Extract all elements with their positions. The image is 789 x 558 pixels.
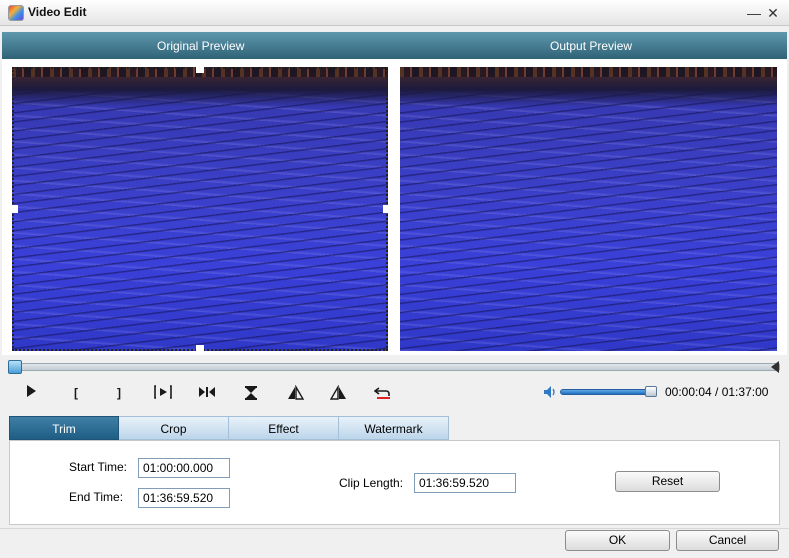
original-preview-label: Original Preview [157, 39, 245, 53]
start-time-label: Start Time: [69, 460, 128, 474]
output-preview-video [400, 67, 777, 351]
crop-frame[interactable] [12, 67, 388, 351]
play-button[interactable] [20, 383, 42, 403]
crop-handle-bottom[interactable] [196, 345, 204, 353]
footer-divider [0, 528, 789, 529]
clip-length-field: 01:36:59.520 [414, 473, 516, 493]
tab-watermark[interactable]: Watermark [339, 416, 449, 440]
set-end-button[interactable]: ] [108, 383, 130, 403]
app-logo-icon [8, 5, 24, 21]
split-button[interactable] [240, 383, 262, 403]
timeline-slider[interactable] [10, 363, 780, 371]
title-bar: Video Edit — ✕ [0, 0, 789, 26]
minimize-button[interactable]: — [745, 4, 763, 22]
window-title: Video Edit [28, 5, 87, 19]
tab-effect[interactable]: Effect [229, 416, 339, 440]
start-time-input[interactable]: 01:00:00.000 [138, 458, 230, 478]
go-to-end-button[interactable] [328, 383, 350, 403]
ok-button[interactable]: OK [565, 530, 670, 551]
undo-icon [374, 387, 390, 399]
close-button[interactable]: ✕ [764, 4, 782, 22]
flip-right-icon [330, 385, 346, 400]
hourglass-icon [245, 386, 257, 400]
preview-header: Original Preview Output Preview [2, 32, 787, 59]
tab-crop[interactable]: Crop [119, 416, 229, 440]
step-frame-button[interactable] [196, 383, 218, 403]
tab-trim[interactable]: Trim [9, 416, 119, 440]
step-frame-icon [199, 387, 215, 397]
clip-length-label: Clip Length: [339, 476, 404, 490]
output-preview-label: Output Preview [550, 39, 633, 53]
play-selection-button[interactable] [152, 383, 174, 403]
output-shoreline [400, 67, 777, 77]
crop-handle-right[interactable] [383, 205, 391, 213]
reset-button[interactable]: Reset [615, 471, 720, 492]
volume-slider[interactable] [560, 389, 648, 395]
speaker-icon[interactable] [543, 385, 557, 399]
end-time-input[interactable]: 01:36:59.520 [138, 488, 230, 508]
cancel-button[interactable]: Cancel [676, 530, 779, 551]
play-selection-icon [154, 385, 172, 399]
go-to-start-button[interactable] [284, 383, 306, 403]
timeline-start-marker[interactable] [8, 360, 22, 374]
set-start-button[interactable]: [ [65, 383, 87, 403]
timeline-end-marker[interactable] [771, 361, 779, 373]
play-icon [27, 385, 36, 397]
preview-area: Original Preview Output Preview [2, 32, 787, 355]
volume-slider-knob[interactable] [645, 386, 657, 397]
trim-panel: Start Time: 01:00:00.000 End Time: 01:36… [9, 440, 780, 525]
time-display: 00:00:04 / 01:37:00 [665, 385, 769, 399]
end-time-label: End Time: [69, 490, 124, 504]
crop-handle-left[interactable] [10, 205, 18, 213]
output-video-image [400, 67, 777, 351]
flip-left-icon [288, 385, 304, 400]
crop-handle-top[interactable] [196, 65, 204, 73]
undo-button[interactable] [372, 383, 394, 403]
